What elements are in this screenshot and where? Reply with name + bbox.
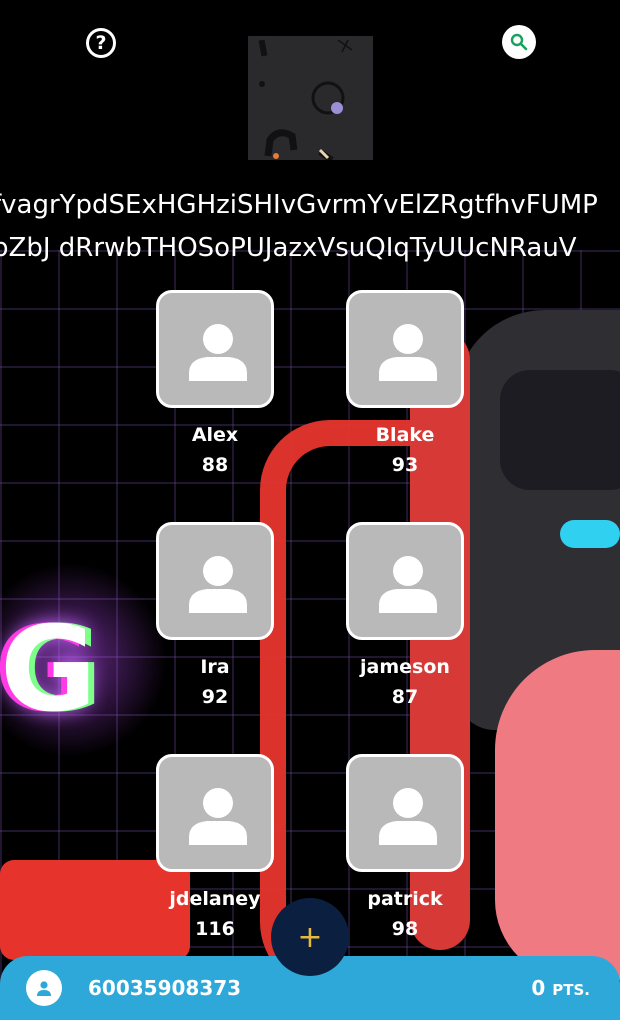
profile-button[interactable] xyxy=(26,970,62,1006)
user-icon xyxy=(37,981,51,996)
player-score: 88 xyxy=(201,454,229,476)
player-score: 87 xyxy=(391,686,419,708)
person-icon xyxy=(379,324,437,381)
player-name: Alex xyxy=(191,424,239,446)
player-name: jdelaney xyxy=(169,888,261,910)
player-card[interactable]: patrick 98 xyxy=(343,754,467,940)
player-score: 92 xyxy=(201,686,229,708)
player-name: patrick xyxy=(367,888,443,910)
avatar xyxy=(346,522,464,640)
person-icon xyxy=(189,788,247,845)
avatar xyxy=(156,522,274,640)
player-score: 93 xyxy=(391,454,419,476)
vr-visor xyxy=(500,370,620,490)
avatar xyxy=(156,754,274,872)
player-card[interactable]: Alex 88 xyxy=(153,290,277,476)
ticker-line-2: pZbJ dRrwbTHOSoPUJazxVsuQIqTyUUcNRauV xyxy=(0,233,577,263)
player-name: Blake xyxy=(375,424,435,446)
visor-light xyxy=(560,520,620,548)
person-icon xyxy=(189,324,247,381)
player-score: 116 xyxy=(195,918,235,940)
player-score: 98 xyxy=(391,918,419,940)
search-icon xyxy=(510,33,528,51)
add-player-button[interactable]: + xyxy=(271,898,349,976)
avatar xyxy=(346,290,464,408)
player-card[interactable]: jameson 87 xyxy=(343,522,467,708)
player-name: jameson xyxy=(360,656,450,678)
player-card[interactable]: Blake 93 xyxy=(343,290,467,476)
pointing-hand xyxy=(495,650,620,980)
avatar xyxy=(346,754,464,872)
points-display: 0 PTS. xyxy=(531,976,590,1000)
person-icon xyxy=(379,556,437,613)
banner-image xyxy=(248,36,373,160)
search-button[interactable] xyxy=(502,25,536,59)
player-card[interactable]: Ira 92 xyxy=(153,522,277,708)
glitch-g-logo: G xyxy=(0,600,97,738)
person-icon xyxy=(189,556,247,613)
phone-number: 60035908373 xyxy=(88,976,242,1000)
help-button[interactable]: ? xyxy=(86,28,116,58)
player-name: Ira xyxy=(200,656,230,678)
points-unit: PTS. xyxy=(552,981,590,999)
avatar xyxy=(156,290,274,408)
points-value: 0 xyxy=(531,976,546,1000)
person-icon xyxy=(379,788,437,845)
plus-icon: + xyxy=(297,919,323,955)
player-card[interactable]: jdelaney 116 xyxy=(153,754,277,940)
ticker-line-1: fvagrYpdSExHGHziSHIvGvrmYvElZRgtfhvFUMP xyxy=(0,190,598,220)
